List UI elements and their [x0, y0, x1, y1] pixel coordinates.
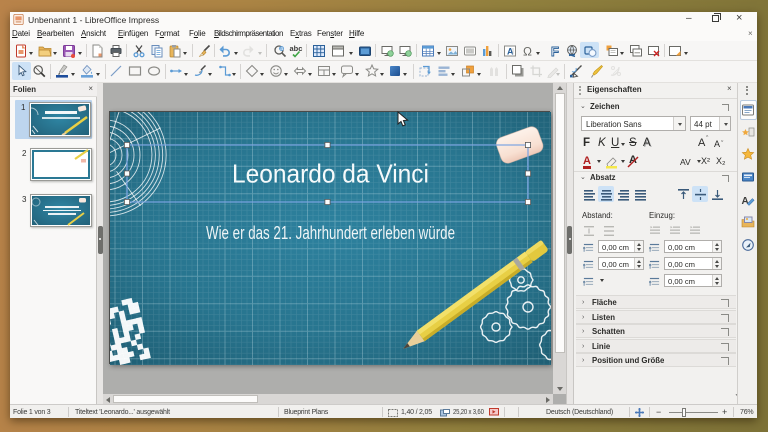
svg-text:Ω: Ω	[523, 45, 532, 59]
svg-text:A: A	[742, 196, 749, 207]
svg-text:Wie er das 21. Jahrhundert erl: Wie er das 21. Jahrhundert erleben würde	[206, 223, 455, 243]
svg-text:a: a	[280, 46, 283, 52]
svg-text:F: F	[551, 44, 559, 58]
svg-text:abc: abc	[289, 44, 302, 53]
svg-text:Leonardo da Vinci: Leonardo da Vinci	[232, 159, 429, 189]
